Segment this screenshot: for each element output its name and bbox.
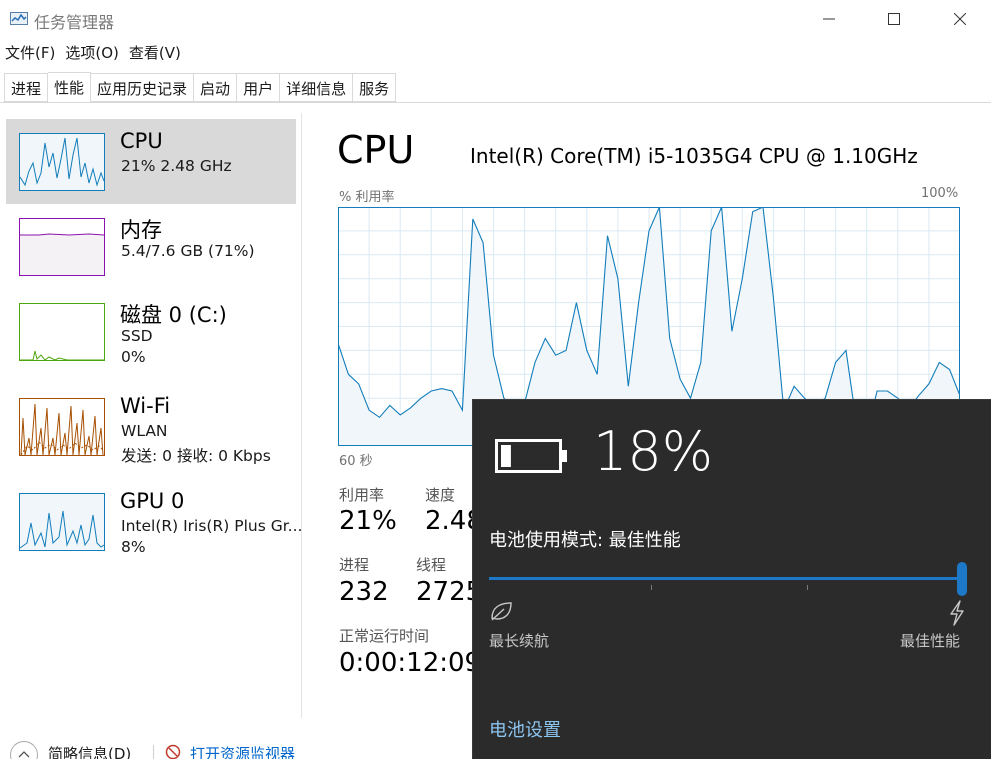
tab-startup[interactable]: 启动 xyxy=(194,73,238,102)
tab-services[interactable]: 服务 xyxy=(353,73,397,102)
maximize-button[interactable] xyxy=(871,0,917,38)
maximize-icon xyxy=(888,13,900,25)
tab-performance[interactable]: 性能 xyxy=(48,72,92,103)
cpu-model-name: Intel(R) Core(TM) i5-1035G4 CPU @ 1.10GH… xyxy=(470,144,918,168)
sidebar-memory-name: 内存 xyxy=(120,218,162,242)
close-icon xyxy=(954,13,966,25)
cpu-thumbnail-graph xyxy=(19,133,105,191)
minimize-button[interactable] xyxy=(806,0,852,38)
processes-value: 232 xyxy=(339,577,389,607)
slider-track xyxy=(489,577,963,580)
uptime-value: 0:00:12:09 xyxy=(339,648,482,678)
battery-settings-link[interactable]: 电池设置 xyxy=(489,716,561,742)
task-manager-window: 任务管理器 文件(F) 选项(O) 查看(V) 进程 性能 应用历史记录 启动 … xyxy=(0,0,991,759)
processes-label: 进程 xyxy=(339,556,370,574)
sidebar-gpu-model: Intel(R) Iris(R) Plus Gr... xyxy=(121,517,303,535)
sidebar-item-cpu[interactable]: CPU 21% 2.48 GHz xyxy=(6,119,296,204)
sidebar-disk-name: 磁盘 0 (C:) xyxy=(120,303,227,327)
sidebar-disk-type: SSD xyxy=(121,327,153,345)
lightning-bolt-icon xyxy=(950,600,964,626)
leaf-icon xyxy=(491,602,512,621)
sidebar-item-memory[interactable]: 内存 5.4/7.6 GB (71%) xyxy=(6,204,296,289)
tab-strip: 进程 性能 应用历史记录 启动 用户 详细信息 服务 xyxy=(4,72,397,103)
disk-thumbnail-graph xyxy=(19,303,105,361)
threads-label: 线程 xyxy=(416,556,447,574)
graph-y-label: % 利用率 xyxy=(339,190,395,205)
sidebar-cpu-name: CPU xyxy=(120,129,163,153)
sidebar-cpu-usage: 21% 2.48 GHz xyxy=(121,157,232,175)
sidebar-divider xyxy=(301,113,302,718)
open-resource-monitor-link[interactable]: 打开资源监视器 xyxy=(190,743,295,759)
utilization-label: 利用率 xyxy=(339,486,385,504)
gpu-thumbnail-graph xyxy=(19,493,105,551)
utilization-value: 21% xyxy=(339,506,397,536)
battery-level-fill xyxy=(501,445,511,467)
tab-divider xyxy=(0,102,991,103)
close-button[interactable] xyxy=(937,0,983,38)
battery-percentage: 18% xyxy=(593,420,714,483)
sidebar-item-wifi[interactable]: Wi-Fi WLAN 发送: 0 接收: 0 Kbps xyxy=(6,384,296,469)
sidebar-gpu-usage: 8% xyxy=(121,538,146,556)
wifi-thumbnail-graph xyxy=(19,398,105,456)
collapse-button[interactable] xyxy=(10,741,38,759)
power-mode-slider[interactable] xyxy=(489,560,969,596)
tab-details[interactable]: 详细信息 xyxy=(280,73,354,102)
battery-icon xyxy=(495,439,567,473)
chevron-up-icon xyxy=(18,751,30,758)
tab-app-history[interactable]: 应用历史记录 xyxy=(91,73,195,102)
graph-y-max-label: 100% xyxy=(921,186,959,201)
memory-thumbnail-graph xyxy=(19,218,105,276)
sidebar-wifi-adapter: WLAN xyxy=(121,422,168,440)
sidebar-item-disk[interactable]: 磁盘 0 (C:) SSD 0% xyxy=(6,289,296,374)
slider-tick xyxy=(807,585,808,590)
graph-x-label: 60 秒 xyxy=(339,454,373,469)
best-battery-label: 最长续航 xyxy=(489,632,550,650)
fewer-details-link[interactable]: 简略信息(D) xyxy=(48,743,131,759)
power-mode-label: 电池使用模式: 最佳性能 xyxy=(489,530,681,551)
minimize-icon xyxy=(823,18,835,20)
sidebar-wifi-throughput: 发送: 0 接收: 0 Kbps xyxy=(121,447,271,465)
uptime-label: 正常运行时间 xyxy=(339,627,430,645)
menu-view[interactable]: 查看(V) xyxy=(124,40,186,64)
sidebar-memory-usage: 5.4/7.6 GB (71%) xyxy=(121,242,255,260)
tab-processes[interactable]: 进程 xyxy=(4,73,49,102)
sidebar-item-gpu[interactable]: GPU 0 Intel(R) Iris(R) Plus Gr... 8% xyxy=(6,479,302,564)
sidebar-disk-usage: 0% xyxy=(121,348,146,366)
title-bar: 任务管理器 xyxy=(0,0,991,38)
footer-bar: 简略信息(D) 打开资源监视器 xyxy=(0,735,480,759)
tab-users[interactable]: 用户 xyxy=(237,73,281,102)
speed-label: 速度 xyxy=(425,486,456,504)
menu-file[interactable]: 文件(F) xyxy=(0,40,60,64)
slider-tick xyxy=(651,585,652,590)
footer-separator xyxy=(153,745,154,759)
sidebar-gpu-name: GPU 0 xyxy=(120,489,185,513)
window-title: 任务管理器 xyxy=(34,13,115,32)
sidebar-wifi-name: Wi-Fi xyxy=(120,394,171,418)
battery-flyout: 18% 电池使用模式: 最佳性能 最长续航 最佳性能 电池设置 xyxy=(472,399,991,759)
menu-options[interactable]: 选项(O) xyxy=(60,40,124,64)
task-manager-app-icon xyxy=(10,12,28,25)
best-performance-label: 最佳性能 xyxy=(900,632,961,650)
menu-bar: 文件(F) 选项(O) 查看(V) xyxy=(0,40,186,64)
page-title: CPU xyxy=(337,128,415,172)
resource-sidebar: CPU 21% 2.48 GHz 内存 5.4/7.6 GB (71%) 磁盘 … xyxy=(0,113,302,718)
resource-monitor-icon xyxy=(165,744,181,759)
slider-thumb[interactable] xyxy=(957,562,967,596)
